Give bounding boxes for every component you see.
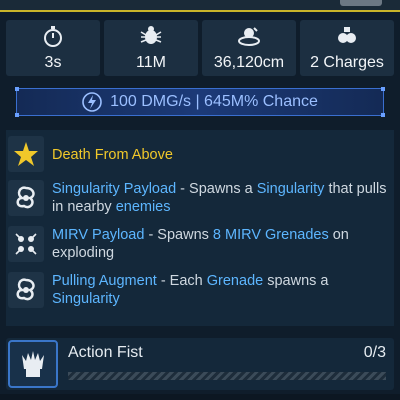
action-progress: 0/3 — [363, 344, 386, 361]
stat-value: 11M — [136, 54, 166, 71]
perk-desc: - Spawns a — [176, 181, 257, 197]
stat-range: 36,120cm — [202, 20, 296, 76]
vortex-icon — [8, 272, 44, 308]
fist-icon — [8, 340, 58, 388]
bottom-edge — [0, 394, 400, 400]
perk-desc: spawns a — [263, 273, 329, 289]
spider-icon — [140, 26, 162, 44]
stat-damage: 11M — [104, 20, 198, 76]
top-bar-tab — [340, 0, 382, 6]
perk-row-title[interactable]: Death From Above — [6, 134, 394, 174]
perk-highlight: enemies — [115, 199, 171, 215]
stopwatch-icon — [44, 26, 62, 47]
stat-charges: 2 Charges — [300, 20, 394, 76]
top-bar — [0, 0, 400, 12]
perk-highlight: Singularity — [256, 181, 325, 197]
action-progress-bar — [68, 372, 386, 380]
perk-highlight: Singularity — [52, 291, 120, 307]
star-badge-icon — [8, 136, 44, 172]
action-name: Action Fist — [68, 344, 143, 361]
orbit-icon — [238, 27, 260, 46]
perk-row[interactable]: Pulling Augment - Each Grenade spawns a … — [6, 270, 394, 310]
dps-text: 100 DMG/s | 645M% Chance — [110, 93, 318, 110]
perk-desc: - Each — [156, 273, 207, 289]
lightning-icon — [82, 92, 102, 112]
stat-value: 36,120cm — [213, 54, 285, 71]
perk-name: Singularity Payload — [52, 181, 177, 197]
stat-value: 3s — [44, 54, 62, 71]
vortex-icon — [8, 180, 44, 216]
perk-name: MIRV Payload — [52, 227, 145, 243]
perk-highlight: Grenade — [206, 273, 264, 289]
perk-highlight: 8 MIRV Grenades — [212, 227, 329, 243]
perk-panel: Death From Above Singularity Payload - S… — [6, 130, 394, 326]
cluster-icon — [8, 226, 44, 262]
perk-desc: - Spawns — [144, 227, 213, 243]
stat-duration: 3s — [6, 20, 100, 76]
stat-value: 2 Charges — [310, 54, 384, 71]
grenade-icon — [338, 27, 356, 43]
dps-banner: 100 DMG/s | 645M% Chance — [15, 87, 385, 117]
perk-name: Pulling Augment — [52, 273, 157, 289]
perk-title: Death From Above — [52, 147, 173, 163]
action-fist-row[interactable]: Action Fist 0/3 — [6, 338, 394, 390]
perk-row[interactable]: Singularity Payload - Spawns a Singulari… — [6, 178, 394, 218]
perk-row[interactable]: MIRV Payload - Spawns 8 MIRV Grenades on… — [6, 224, 394, 264]
stats-row: 3s 11M 36,120cm 2 Charges — [6, 20, 394, 76]
